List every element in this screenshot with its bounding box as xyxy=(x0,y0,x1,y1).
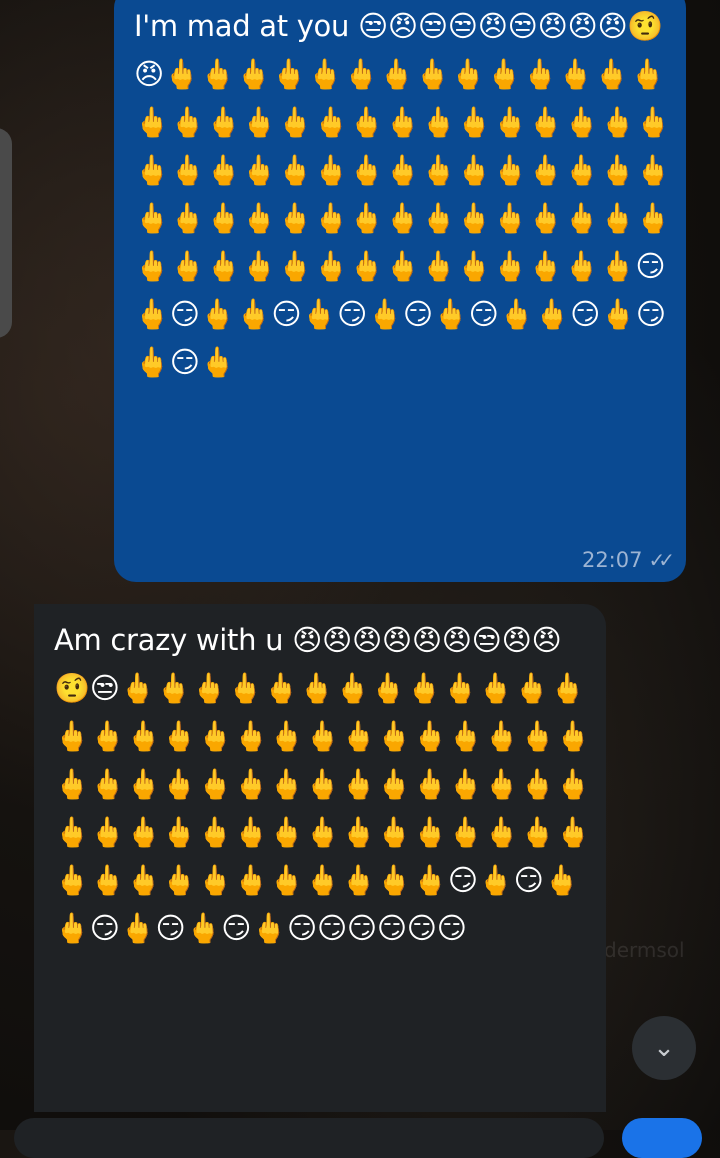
outgoing-message-bubble[interactable]: I'm mad at you 😒😠😒😒😠😒😠😠😠🤨😠🖕🖕🖕🖕🖕🖕🖕🖕🖕🖕🖕🖕🖕🖕… xyxy=(114,0,686,582)
message-time: 22:07 xyxy=(581,548,643,572)
message-text: I'm mad at you 😒😠😒😒😠😒😠😠😠🤨😠🖕🖕🖕🖕🖕🖕🖕🖕🖕🖕🖕🖕🖕🖕… xyxy=(134,9,672,379)
message-text: Am crazy with u 😠😠😠😠😠😠😒😠😠🤨😒🖕🖕🖕🖕🖕🖕🖕🖕🖕🖕🖕🖕🖕… xyxy=(54,623,592,945)
scroll-to-bottom-button[interactable]: ⌄ xyxy=(632,1016,696,1080)
wallpaper-watermark: dermsol xyxy=(604,938,685,962)
send-button[interactable] xyxy=(622,1118,702,1158)
double-chevron-down-icon: ⌄ xyxy=(653,1033,675,1063)
message-meta: 22:07 ✓✓ xyxy=(581,548,675,572)
message-input-bar[interactable] xyxy=(14,1118,604,1158)
double-check-read-icon: ✓✓ xyxy=(648,548,674,572)
incoming-message-bubble[interactable]: Am crazy with u 😠😠😠😠😠😠😒😠😠🤨😒🖕🖕🖕🖕🖕🖕🖕🖕🖕🖕🖕🖕🖕… xyxy=(34,604,606,1112)
edge-panel-handle[interactable] xyxy=(0,128,12,338)
